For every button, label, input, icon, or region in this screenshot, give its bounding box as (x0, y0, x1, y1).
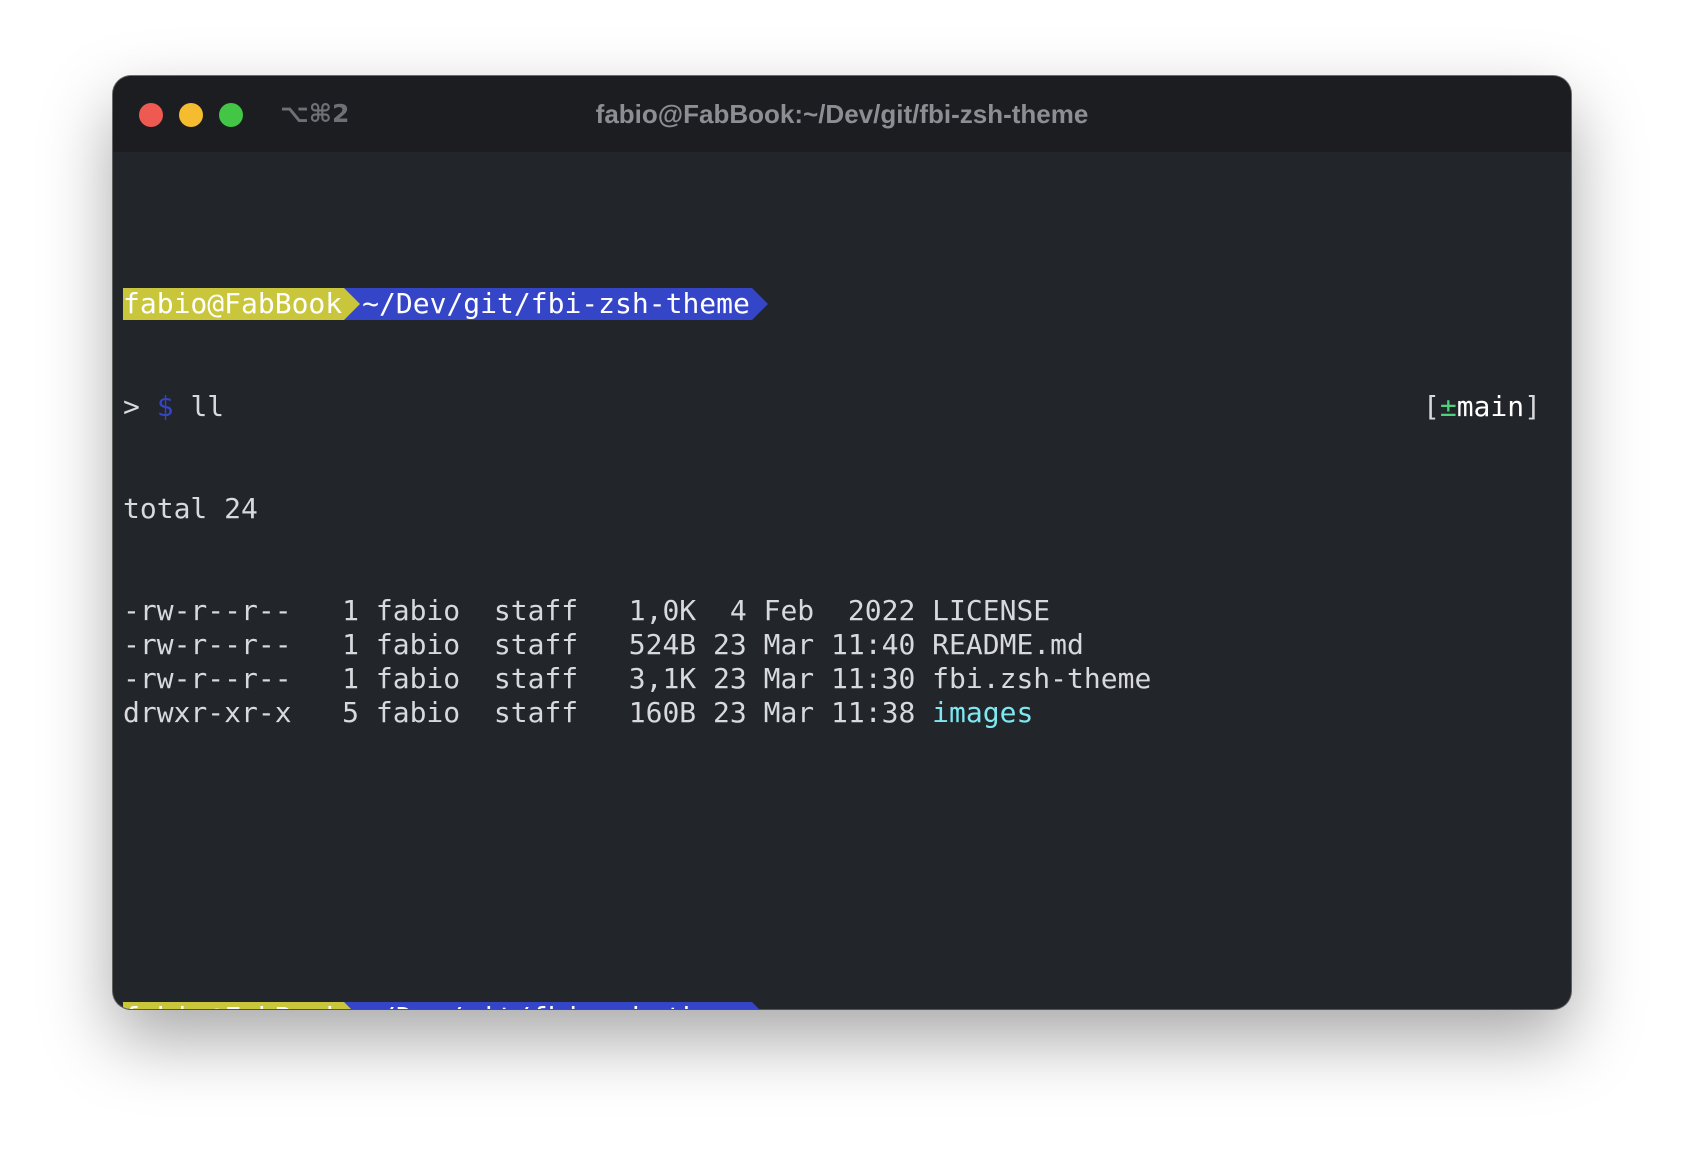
file-name: README.md (932, 628, 1084, 661)
powerline-end-icon (751, 288, 768, 320)
git-bracket-close: ] (1524, 390, 1541, 423)
powerline-separator-icon (344, 1002, 361, 1009)
git-bracket-open: [ (1422, 390, 1440, 423)
prompt-dollar: $ (156, 390, 174, 423)
command-line: > $ ll [±main] (123, 390, 1561, 424)
list-item: drwxr-xr-x 5 fabio staff 160B 23 Mar 11:… (123, 696, 1561, 730)
prompt-caret: > (123, 390, 140, 423)
list-item: -rw-r--r-- 1 fabio staff 1,0K 4 Feb 2022… (123, 594, 1561, 628)
prompt-path: ~/Dev/git/fbi-zsh-theme (360, 287, 752, 320)
powerline-end-icon (751, 1002, 768, 1009)
file-meta: -rw-r--r-- 1 fabio staff 524B 23 Mar 11:… (123, 628, 933, 661)
list-item: -rw-r--r-- 1 fabio staff 524B 23 Mar 11:… (123, 628, 1561, 662)
file-meta: drwxr-xr-x 5 fabio staff 160B 23 Mar 11:… (123, 696, 933, 729)
prompt-line: fabio@FabBook ~/Dev/git/fbi-zsh-theme (123, 288, 1561, 322)
file-meta: -rw-r--r-- 1 fabio staff 3,1K 23 Mar 11:… (123, 662, 933, 695)
file-meta: -rw-r--r-- 1 fabio staff 1,0K 4 Feb 2022 (123, 594, 933, 627)
git-status: [±main] (1423, 390, 1541, 424)
powerline-separator-icon (344, 288, 361, 320)
title-bar[interactable]: ⌥⌘2 fabio@FabBook:~/Dev/git/fbi-zsh-them… (113, 76, 1571, 152)
list-item: -rw-r--r-- 1 fabio staff 3,1K 23 Mar 11:… (123, 662, 1561, 696)
prompt-user-host: fabio@FabBook (123, 287, 345, 320)
prompt-line: fabio@FabBook ~/Dev/git/fbi-zsh-theme (123, 1002, 1561, 1009)
prompt-path: ~/Dev/git/fbi-zsh-theme (360, 1002, 752, 1009)
terminal-content[interactable]: fabio@FabBook ~/Dev/git/fbi-zsh-theme > $… (123, 186, 1561, 1009)
terminal-window[interactable]: ⌥⌘2 fabio@FabBook:~/Dev/git/fbi-zsh-them… (113, 76, 1571, 1009)
window-title: fabio@FabBook:~/Dev/git/fbi-zsh-theme (595, 99, 1089, 129)
command-text: ll (190, 390, 225, 423)
prompt-user-host: fabio@FabBook (123, 1002, 345, 1009)
git-branch: main (1456, 390, 1525, 423)
file-name: LICENSE (932, 594, 1051, 627)
output-total: total 24 (123, 492, 258, 525)
git-dirty-icon: ± (1439, 390, 1457, 423)
prompt-powerline: fabio@FabBook ~/Dev/git/fbi-zsh-theme (123, 288, 768, 320)
directory-name: images (932, 696, 1034, 729)
prompt-powerline: fabio@FabBook ~/Dev/git/fbi-zsh-theme (123, 1002, 768, 1009)
file-name: fbi.zsh-theme (932, 662, 1152, 695)
file-listing: -rw-r--r-- 1 fabio staff 1,0K 4 Feb 2022… (123, 594, 1561, 730)
